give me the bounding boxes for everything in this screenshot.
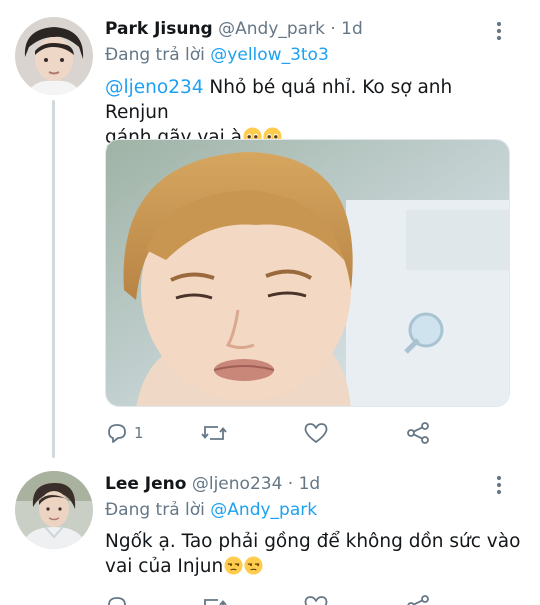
user-handle[interactable]: @Andy_park	[218, 19, 325, 39]
timestamp[interactable]: 1d	[341, 19, 363, 39]
replying-to-label: Đang trả lời	[105, 500, 205, 520]
like-button[interactable]	[303, 421, 405, 445]
share-icon	[407, 595, 429, 605]
separator-dot: ·	[330, 19, 336, 39]
like-button[interactable]	[303, 594, 405, 605]
tweet-media-image[interactable]	[105, 139, 510, 407]
retweet-icon	[201, 426, 227, 440]
display-name[interactable]: Park Jisung	[105, 19, 213, 39]
retweet-icon	[204, 599, 227, 605]
text-mention[interactable]: @ljeno234	[105, 77, 204, 98]
reply-button[interactable]	[105, 594, 201, 605]
display-name[interactable]: Lee Jeno	[105, 474, 186, 494]
heart-icon	[304, 423, 328, 443]
heart-icon	[304, 596, 328, 605]
replying-to-mention[interactable]: @yellow_3to3	[210, 45, 328, 65]
separator-dot: ·	[287, 474, 294, 494]
reply-count: 1	[134, 424, 144, 442]
avatar[interactable]	[15, 471, 93, 549]
tweet-header: Park Jisung @Andy_park · 1d	[105, 19, 363, 39]
replying-to-label: Đang trả lời	[105, 45, 205, 65]
thread-connector	[52, 100, 55, 458]
text-body: Ngốk ạ. Tao phải gồng để không dồn sức v…	[105, 531, 521, 552]
replying-to: Đang trả lời @yellow_3to3	[105, 45, 329, 65]
text-body-line2: vai của Injun	[105, 556, 224, 577]
unamused-face-icon	[224, 556, 243, 575]
replying-to-mention[interactable]: @Andy_park	[210, 500, 317, 520]
tweet-text: Ngốk ạ. Tao phải gồng để không dồn sức v…	[105, 529, 525, 579]
reply-button[interactable]: 1	[105, 421, 201, 445]
timestamp[interactable]: 1d	[299, 474, 321, 494]
unamused-face-icon	[244, 556, 263, 575]
share-button[interactable]	[405, 421, 431, 445]
tweet-actions: 1	[105, 421, 431, 445]
replying-to: Đang trả lời @Andy_park	[105, 500, 317, 520]
reply-icon	[108, 424, 126, 443]
retweet-button[interactable]	[201, 421, 303, 445]
more-vertical-icon[interactable]	[489, 21, 509, 41]
share-button[interactable]	[405, 594, 431, 605]
user-handle[interactable]: @ljeno234	[192, 474, 283, 494]
reply-icon	[108, 597, 126, 605]
tweet-header: Lee Jeno @ljeno234 · 1d	[105, 474, 320, 494]
avatar[interactable]	[15, 17, 93, 95]
share-icon	[407, 422, 429, 444]
more-vertical-icon[interactable]	[489, 475, 509, 495]
retweet-button[interactable]	[201, 594, 303, 605]
tweet-actions	[105, 594, 431, 605]
